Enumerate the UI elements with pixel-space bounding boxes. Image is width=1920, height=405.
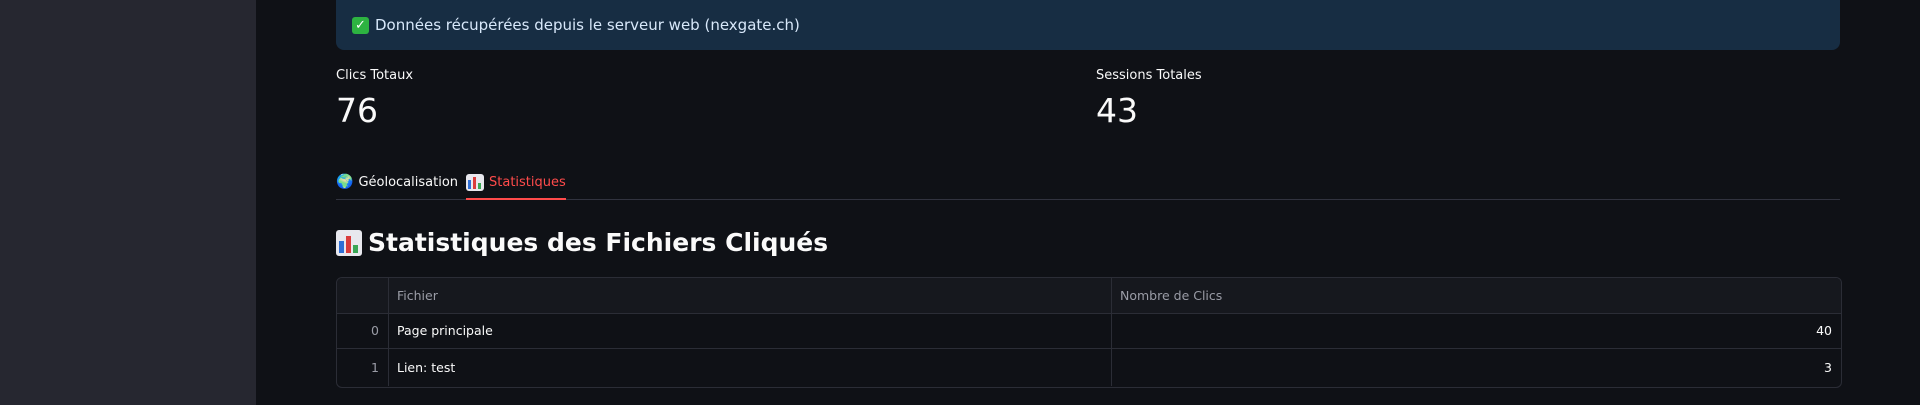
clicks-table[interactable]: Fichier Nombre de Clics 0 Page principal… xyxy=(336,277,1842,388)
success-alert: ✓ Données récupérées depuis le serveur w… xyxy=(336,0,1840,50)
row-index: 1 xyxy=(337,348,389,386)
check-mark-icon: ✓ xyxy=(352,16,369,34)
alert-text: Données récupérées depuis le serveur web… xyxy=(375,16,800,34)
section-heading: Statistiques des Fichiers Cliqués xyxy=(336,228,828,257)
cell-file[interactable]: Lien: test xyxy=(389,348,1112,386)
tab-label: Statistiques xyxy=(489,174,566,190)
tab-bar: 🌍 Géolocalisation Statistiques xyxy=(336,165,1840,200)
bar-chart-icon xyxy=(336,229,362,256)
table-header-row: Fichier Nombre de Clics xyxy=(337,278,1841,314)
column-header-index[interactable] xyxy=(337,278,389,313)
cell-file[interactable]: Page principale xyxy=(389,313,1112,348)
globe-icon: 🌍 xyxy=(336,174,354,190)
column-header-clicks[interactable]: Nombre de Clics xyxy=(1112,278,1841,313)
metric-label: Sessions Totales xyxy=(1096,68,1202,83)
row-index: 0 xyxy=(337,313,389,348)
table-row[interactable]: 1 Lien: test 3 xyxy=(337,348,1841,386)
tab-statistics[interactable]: Statistiques xyxy=(466,165,566,200)
table-row[interactable]: 0 Page principale 40 xyxy=(337,313,1841,349)
bar-chart-icon xyxy=(466,173,484,191)
cell-clicks[interactable]: 40 xyxy=(1112,313,1841,348)
main-area: ✓ Données récupérées depuis le serveur w… xyxy=(256,0,1920,405)
metric-total-sessions: Sessions Totales 43 xyxy=(1096,68,1202,130)
app-root: ✓ Données récupérées depuis le serveur w… xyxy=(0,0,1920,405)
metric-value: 43 xyxy=(1096,91,1138,130)
metric-total-clicks: Clics Totaux 76 xyxy=(336,68,413,130)
metric-label: Clics Totaux xyxy=(336,68,414,83)
tab-label: Géolocalisation xyxy=(358,174,459,190)
metric-value: 76 xyxy=(336,91,378,130)
column-header-file[interactable]: Fichier xyxy=(389,278,1112,313)
tab-geolocation[interactable]: 🌍 Géolocalisation xyxy=(336,165,458,199)
cell-clicks[interactable]: 3 xyxy=(1112,348,1841,386)
section-title: Statistiques des Fichiers Cliqués xyxy=(368,228,829,257)
sidebar xyxy=(0,0,256,405)
